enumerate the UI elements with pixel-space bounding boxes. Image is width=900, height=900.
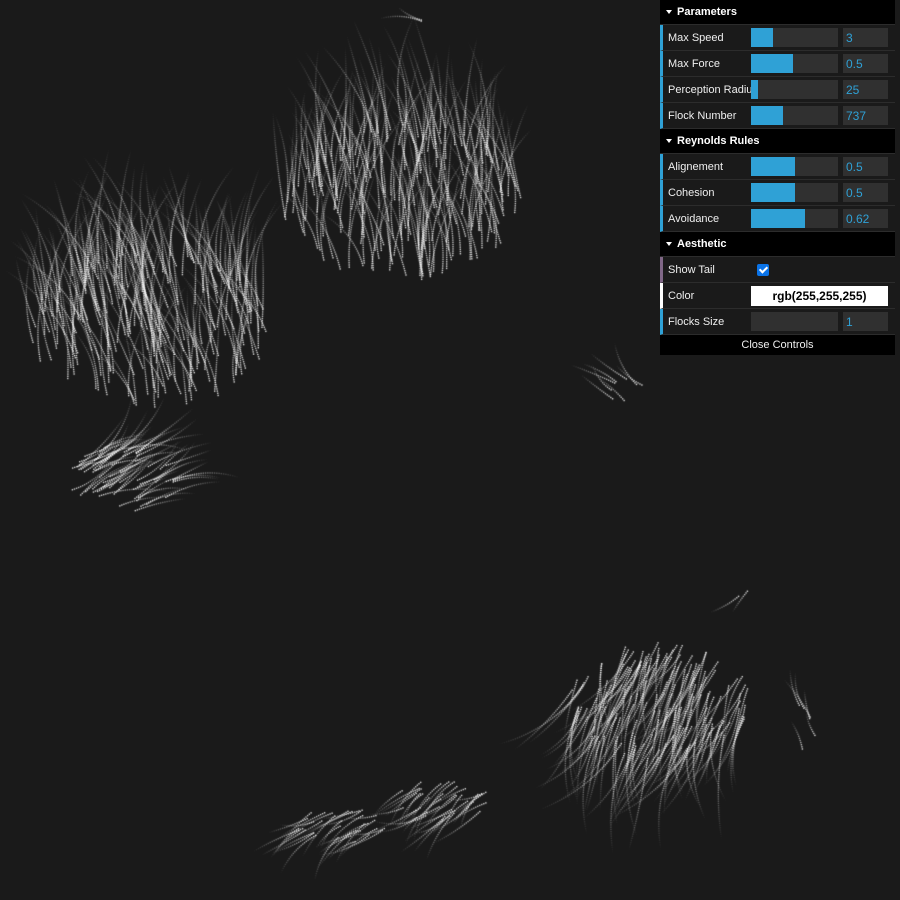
avoidance-control: Avoidance 0.62 (660, 206, 895, 232)
alignement-control: Alignement 0.5 (660, 154, 895, 180)
cohesion-slider[interactable] (751, 183, 838, 202)
flocks-size-input[interactable]: 1 (843, 312, 888, 331)
slider-fill (751, 80, 758, 99)
control-label: Max Speed (668, 31, 724, 44)
slider-fill (751, 54, 793, 73)
control-label: Show Tail (668, 263, 715, 276)
folder-reynolds-rules[interactable]: Reynolds Rules (660, 129, 895, 154)
folder-aesthetic[interactable]: Aesthetic (660, 232, 895, 257)
avoidance-slider[interactable] (751, 209, 838, 228)
slider-fill (751, 157, 795, 176)
color-input[interactable]: rgb(255,255,255) (751, 285, 888, 306)
perception-radius-input[interactable]: 25 (843, 80, 888, 99)
folder-parameters[interactable]: Parameters (660, 0, 895, 25)
control-label: Perception Radius (668, 83, 751, 96)
slider-fill (751, 28, 773, 47)
folder-title: Reynolds Rules (677, 135, 760, 147)
max-force-control: Max Force 0.5 (660, 51, 895, 77)
control-label: Avoidance (668, 212, 720, 225)
max-force-input[interactable]: 0.5 (843, 54, 888, 73)
slider-fill (751, 106, 784, 125)
close-controls-button[interactable]: Close Controls (660, 335, 895, 355)
flock-number-control: Flock Number 737 (660, 103, 895, 129)
flock-number-slider[interactable] (751, 106, 838, 125)
perception-radius-slider[interactable] (751, 80, 838, 99)
triangle-down-icon (666, 139, 672, 143)
max-force-slider[interactable] (751, 54, 838, 73)
show-tail-control: Show Tail (660, 257, 895, 283)
cohesion-control: Cohesion 0.5 (660, 180, 895, 206)
control-label: Flocks Size (668, 315, 725, 328)
control-label: Cohesion (668, 186, 715, 199)
color-control: Color rgb(255,255,255) (660, 283, 895, 309)
flocks-size-slider[interactable] (751, 312, 838, 331)
control-label: Flock Number (668, 109, 737, 122)
folder-title: Aesthetic (677, 238, 727, 250)
show-tail-checkbox[interactable] (757, 263, 769, 276)
perception-radius-control: Perception Radius 25 (660, 77, 895, 103)
flocks-size-control: Flocks Size 1 (660, 309, 895, 335)
triangle-down-icon (666, 242, 672, 246)
alignement-slider[interactable] (751, 157, 838, 176)
cohesion-input[interactable]: 0.5 (843, 183, 888, 202)
control-label: Alignement (668, 160, 724, 173)
max-speed-input[interactable]: 3 (843, 28, 888, 47)
max-speed-slider[interactable] (751, 28, 838, 47)
folder-title: Parameters (677, 6, 737, 18)
control-label: Max Force (668, 57, 720, 70)
control-label: Color (668, 289, 695, 302)
max-speed-control: Max Speed 3 (660, 25, 895, 51)
alignement-input[interactable]: 0.5 (843, 157, 888, 176)
slider-fill (751, 209, 805, 228)
avoidance-input[interactable]: 0.62 (843, 209, 888, 228)
controls-panel: Parameters Max Speed 3 Max Force 0.5 Per… (660, 0, 895, 355)
flock-number-input[interactable]: 737 (843, 106, 888, 125)
triangle-down-icon (666, 10, 672, 14)
slider-fill (751, 183, 795, 202)
